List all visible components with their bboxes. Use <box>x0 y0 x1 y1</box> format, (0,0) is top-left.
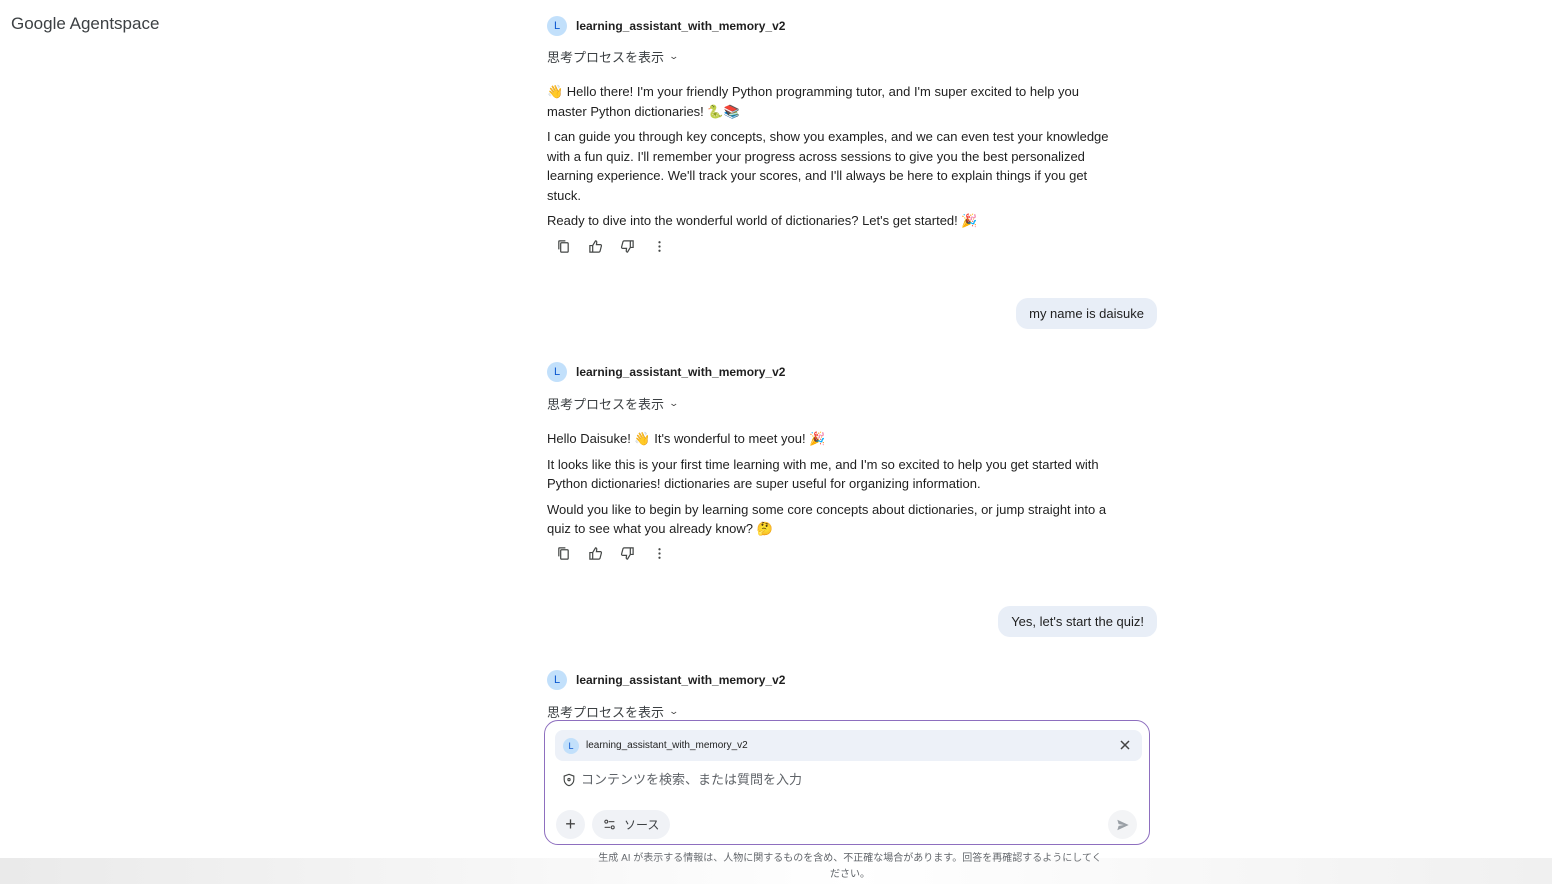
brand-google: Google <box>11 14 66 33</box>
source-button[interactable]: ソース <box>592 810 671 839</box>
message-paragraph: I can guide you through key concepts, sh… <box>547 129 1109 203</box>
more-vert-icon[interactable] <box>650 237 669 256</box>
selected-agent-chip: L learning_assistant_with_memory_v2 <box>555 730 1142 761</box>
add-button[interactable]: + <box>556 810 585 839</box>
user-message: my name is daisuke <box>1016 298 1157 329</box>
agent-header: L learning_assistant_with_memory_v2 <box>547 362 785 382</box>
show-thinking-label: 思考プロセスを表示 <box>547 705 665 720</box>
show-thinking-toggle[interactable]: 思考プロセスを表示 ⌄ <box>547 702 680 721</box>
show-thinking-label: 思考プロセスを表示 <box>547 397 665 412</box>
message-paragraph: Would you like to begin by learning some… <box>547 501 1107 537</box>
chevron-down-icon: ⌄ <box>668 398 680 408</box>
copy-icon[interactable] <box>554 544 573 563</box>
agent-avatar: L <box>547 670 567 690</box>
message-paragraph: It looks like this is your first time le… <box>547 456 1099 492</box>
send-button[interactable] <box>1108 810 1137 839</box>
composer: L learning_assistant_with_memory_v2 + ソー… <box>544 720 1150 845</box>
source-label: ソース <box>624 818 660 832</box>
show-thinking-toggle[interactable]: 思考プロセスを表示 ⌄ <box>547 394 680 413</box>
agent-name: learning_assistant_with_memory_v2 <box>576 19 786 33</box>
plus-icon: + <box>565 814 576 834</box>
agent-avatar: L <box>547 16 567 36</box>
brand-product: Agentspace <box>69 14 160 33</box>
show-thinking-label: 思考プロセスを表示 <box>547 50 665 65</box>
agent-header: L learning_assistant_with_memory_v2 <box>547 16 785 36</box>
agent-avatar: L <box>547 362 567 382</box>
more-vert-icon[interactable] <box>650 544 669 563</box>
agent-message: 👋 Hello there! I'm your friendly Python … <box>547 82 1117 237</box>
message-actions <box>554 237 669 256</box>
agent-header: L learning_assistant_with_memory_v2 <box>547 670 785 690</box>
send-icon <box>1116 819 1129 830</box>
agent-name: learning_assistant_with_memory_v2 <box>576 673 786 687</box>
thumb-down-icon[interactable] <box>618 544 637 563</box>
close-icon[interactable] <box>1118 738 1132 752</box>
agent-name: learning_assistant_with_memory_v2 <box>576 365 786 379</box>
show-thinking-toggle[interactable]: 思考プロセスを表示 ⌄ <box>547 47 680 66</box>
query-row <box>562 772 1101 787</box>
chip-agent-name: learning_assistant_with_memory_v2 <box>586 740 748 751</box>
chevron-down-icon: ⌄ <box>668 51 680 61</box>
user-message: Yes, let's start the quiz! <box>998 606 1157 637</box>
message-paragraph: Hello Daisuke! 👋 It's wonderful to meet … <box>547 431 826 446</box>
app-logo: Google Agentspace <box>11 14 159 34</box>
disclaimer-text: 生成 AI が表示する情報は、人物に関するものを含め、不正確な場合があります。回… <box>598 853 1102 880</box>
search-input[interactable] <box>581 772 1101 787</box>
thumb-up-icon[interactable] <box>586 237 605 256</box>
chip-agent-avatar: L <box>563 737 579 754</box>
shield-icon <box>563 773 575 786</box>
message-paragraph: 👋 Hello there! I'm your friendly Python … <box>547 84 1080 119</box>
copy-icon[interactable] <box>554 237 573 256</box>
tune-icon <box>604 819 615 830</box>
message-actions <box>554 544 669 563</box>
thumb-up-icon[interactable] <box>586 544 605 563</box>
agent-message: Hello Daisuke! 👋 It's wonderful to meet … <box>547 429 1117 545</box>
chevron-down-icon: ⌄ <box>668 706 680 716</box>
thumb-down-icon[interactable] <box>618 237 637 256</box>
message-paragraph: Ready to dive into the wonderful world o… <box>547 213 978 228</box>
